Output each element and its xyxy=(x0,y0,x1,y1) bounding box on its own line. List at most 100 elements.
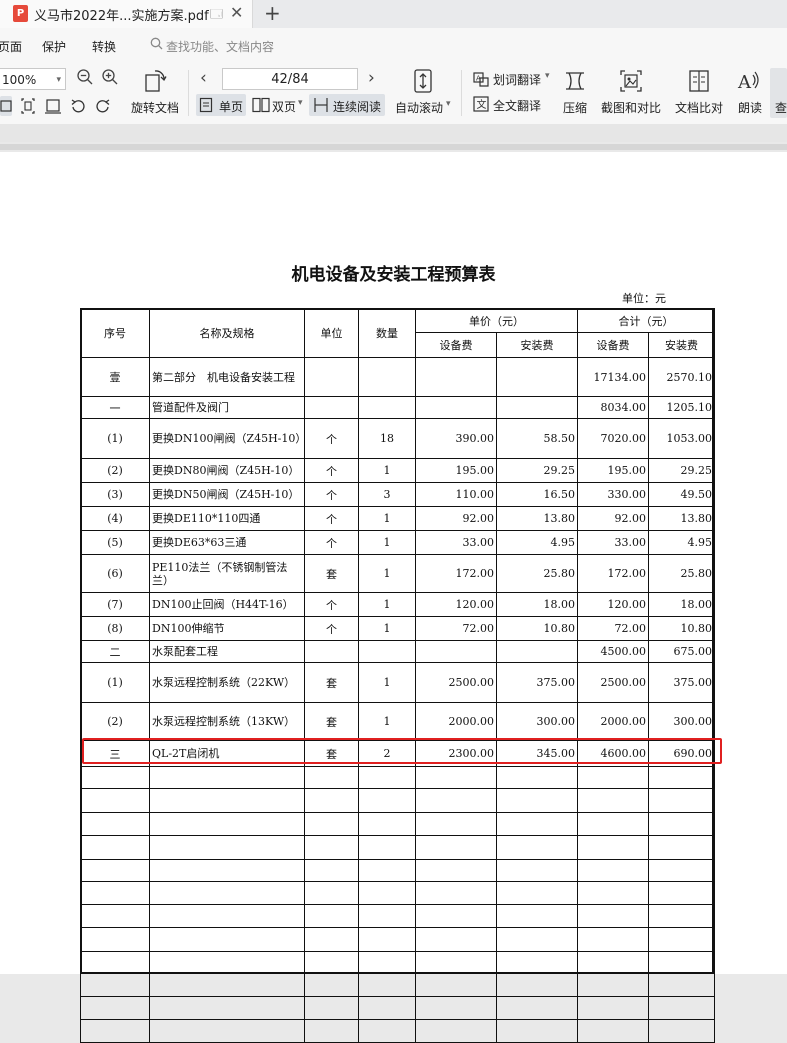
row-total-equipment-cell: 7020.00 xyxy=(577,418,649,459)
row-total-install-cell: 13.80 xyxy=(648,506,715,531)
read-aloud-button[interactable]: 朗读 xyxy=(738,99,762,116)
screenshot-compare-icon[interactable] xyxy=(619,69,643,97)
document-compare-icon[interactable] xyxy=(687,69,711,97)
row-unit-cell: 个 xyxy=(304,482,359,507)
read-aloud-icon[interactable]: A xyxy=(737,69,761,97)
row-qty-cell: 18 xyxy=(358,418,416,459)
double-page-icon[interactable] xyxy=(252,97,270,117)
rotate-right-icon[interactable] xyxy=(95,98,111,118)
menu-item-convert[interactable]: 转换 xyxy=(92,38,116,55)
previous-page-icon[interactable]: ‹ xyxy=(200,68,207,88)
empty-cell xyxy=(415,927,497,952)
new-tab-icon[interactable]: + xyxy=(264,1,281,25)
empty-cell xyxy=(358,859,416,882)
document-compare-button[interactable]: 文档比对 xyxy=(675,99,723,116)
empty-cell xyxy=(415,859,497,882)
empty-cell xyxy=(358,766,416,789)
fit-width-icon[interactable] xyxy=(45,97,61,119)
empty-cell xyxy=(149,973,305,997)
row-qty-cell xyxy=(358,396,416,419)
empty-cell xyxy=(304,1019,359,1043)
empty-table-row xyxy=(80,859,715,882)
row-unit-price-equipment-cell: 72.00 xyxy=(415,616,497,641)
rotate-document-icon[interactable] xyxy=(142,68,168,98)
word-translate-button[interactable]: 划词翻译 xyxy=(493,71,541,88)
menu-item-protect[interactable]: 保护 xyxy=(42,38,66,55)
window-pin-icon[interactable]: 🗔 xyxy=(210,5,223,26)
empty-table-row xyxy=(80,904,715,928)
empty-cell xyxy=(358,973,416,997)
unit-label: 单位：元 xyxy=(622,292,666,305)
empty-cell xyxy=(80,881,150,905)
empty-cell xyxy=(304,812,359,836)
empty-cell xyxy=(648,951,715,974)
row-name-cell: 第二部分 机电设备安装工程 xyxy=(149,357,305,397)
header-seq: 序号 xyxy=(80,308,150,358)
zoom-in-icon[interactable] xyxy=(101,68,119,90)
menu-item-page[interactable]: 页面 xyxy=(0,38,22,55)
close-tab-icon[interactable]: ✕ xyxy=(230,3,243,22)
auto-scroll-button[interactable]: 自动滚动 xyxy=(395,99,443,116)
row-unit-price-install-cell: 10.80 xyxy=(496,616,578,641)
row-unit-cell: 套 xyxy=(304,740,359,767)
chevron-down-icon: ▾ xyxy=(298,98,303,108)
row-name-cell: DN100伸缩节 xyxy=(149,616,305,641)
header-name: 名称及规格 xyxy=(149,308,305,358)
rotate-document-button[interactable]: 旋转文档 xyxy=(131,99,179,116)
row-name-cell: 更换DN80闸阀（Z45H-10） xyxy=(149,458,305,483)
auto-scroll-icon[interactable] xyxy=(412,68,434,98)
table-row: 壹第二部分 机电设备安装工程 17134.00 2570.10 xyxy=(80,357,715,397)
empty-cell xyxy=(415,973,497,997)
full-translate-button[interactable]: 全文翻译 xyxy=(493,97,541,114)
empty-table-row xyxy=(80,1019,715,1043)
empty-cell xyxy=(496,881,578,905)
row-qty-cell: 1 xyxy=(358,506,416,531)
double-page-button[interactable]: 双页 xyxy=(272,98,296,115)
page-number-input[interactable]: 42/84 xyxy=(222,68,358,90)
header-total: 合计（元） xyxy=(577,308,715,333)
header-unit-price: 单价（元） xyxy=(415,308,578,333)
row-total-install-cell: 25.80 xyxy=(648,554,715,593)
table-row: (6) PE110法兰（不锈钢制管法兰）套 1 172.00 25.80 172.00 25… xyxy=(80,554,715,593)
row-total-equipment-cell: 2500.00 xyxy=(577,662,649,703)
fit-page-icon[interactable] xyxy=(20,97,36,119)
next-page-icon[interactable]: › xyxy=(368,68,375,88)
empty-cell xyxy=(358,996,416,1020)
row-seq-cell: (6) xyxy=(80,554,150,593)
empty-cell xyxy=(304,973,359,997)
empty-table-row xyxy=(80,927,715,952)
row-qty-cell: 1 xyxy=(358,592,416,617)
row-name-cell: 更换DE110*110四通 xyxy=(149,506,305,531)
row-qty-cell: 1 xyxy=(358,554,416,593)
row-total-equipment-cell: 4500.00 xyxy=(577,640,649,663)
table-row: (7) DN100止回阀（H44T-16）个 1 120.00 18.00 120.00 1… xyxy=(80,592,715,617)
row-qty-cell: 3 xyxy=(358,482,416,507)
document-tab[interactable]: P 义马市2022年...实施方案.pdf 🗔 ✕ xyxy=(0,0,253,28)
word-translate-icon: A xyxy=(473,71,489,91)
zoom-select[interactable]: 100% ▾ xyxy=(0,68,66,90)
empty-cell xyxy=(648,766,715,789)
row-total-equipment-cell: 92.00 xyxy=(577,506,649,531)
empty-cell xyxy=(577,951,649,974)
screenshot-compare-button[interactable]: 截图和对比 xyxy=(601,99,661,116)
zoom-out-icon[interactable] xyxy=(76,68,94,90)
row-seq-cell: 一 xyxy=(80,396,150,419)
empty-cell xyxy=(577,835,649,860)
compress-icon[interactable] xyxy=(563,69,587,97)
row-total-equipment-cell: 2000.00 xyxy=(577,702,649,741)
rotate-left-icon[interactable] xyxy=(70,98,86,118)
header-unit: 单位 xyxy=(304,308,359,358)
row-total-equipment-cell: 330.00 xyxy=(577,482,649,507)
empty-cell xyxy=(149,812,305,836)
search-icon[interactable] xyxy=(150,37,163,54)
empty-cell xyxy=(358,927,416,952)
search-input[interactable]: 查找功能、文档内容 xyxy=(166,38,274,55)
compress-button[interactable]: 压缩 xyxy=(563,99,587,116)
empty-cell xyxy=(80,859,150,882)
empty-cell xyxy=(149,927,305,952)
empty-cell xyxy=(304,881,359,905)
budget-table: 序号 名称及规格 单位 数量 单价（元） 合计（元） 设备费 安装费 设备费 安… xyxy=(80,308,715,1043)
empty-cell xyxy=(496,996,578,1020)
empty-cell xyxy=(149,881,305,905)
row-unit-cell: 个 xyxy=(304,530,359,555)
